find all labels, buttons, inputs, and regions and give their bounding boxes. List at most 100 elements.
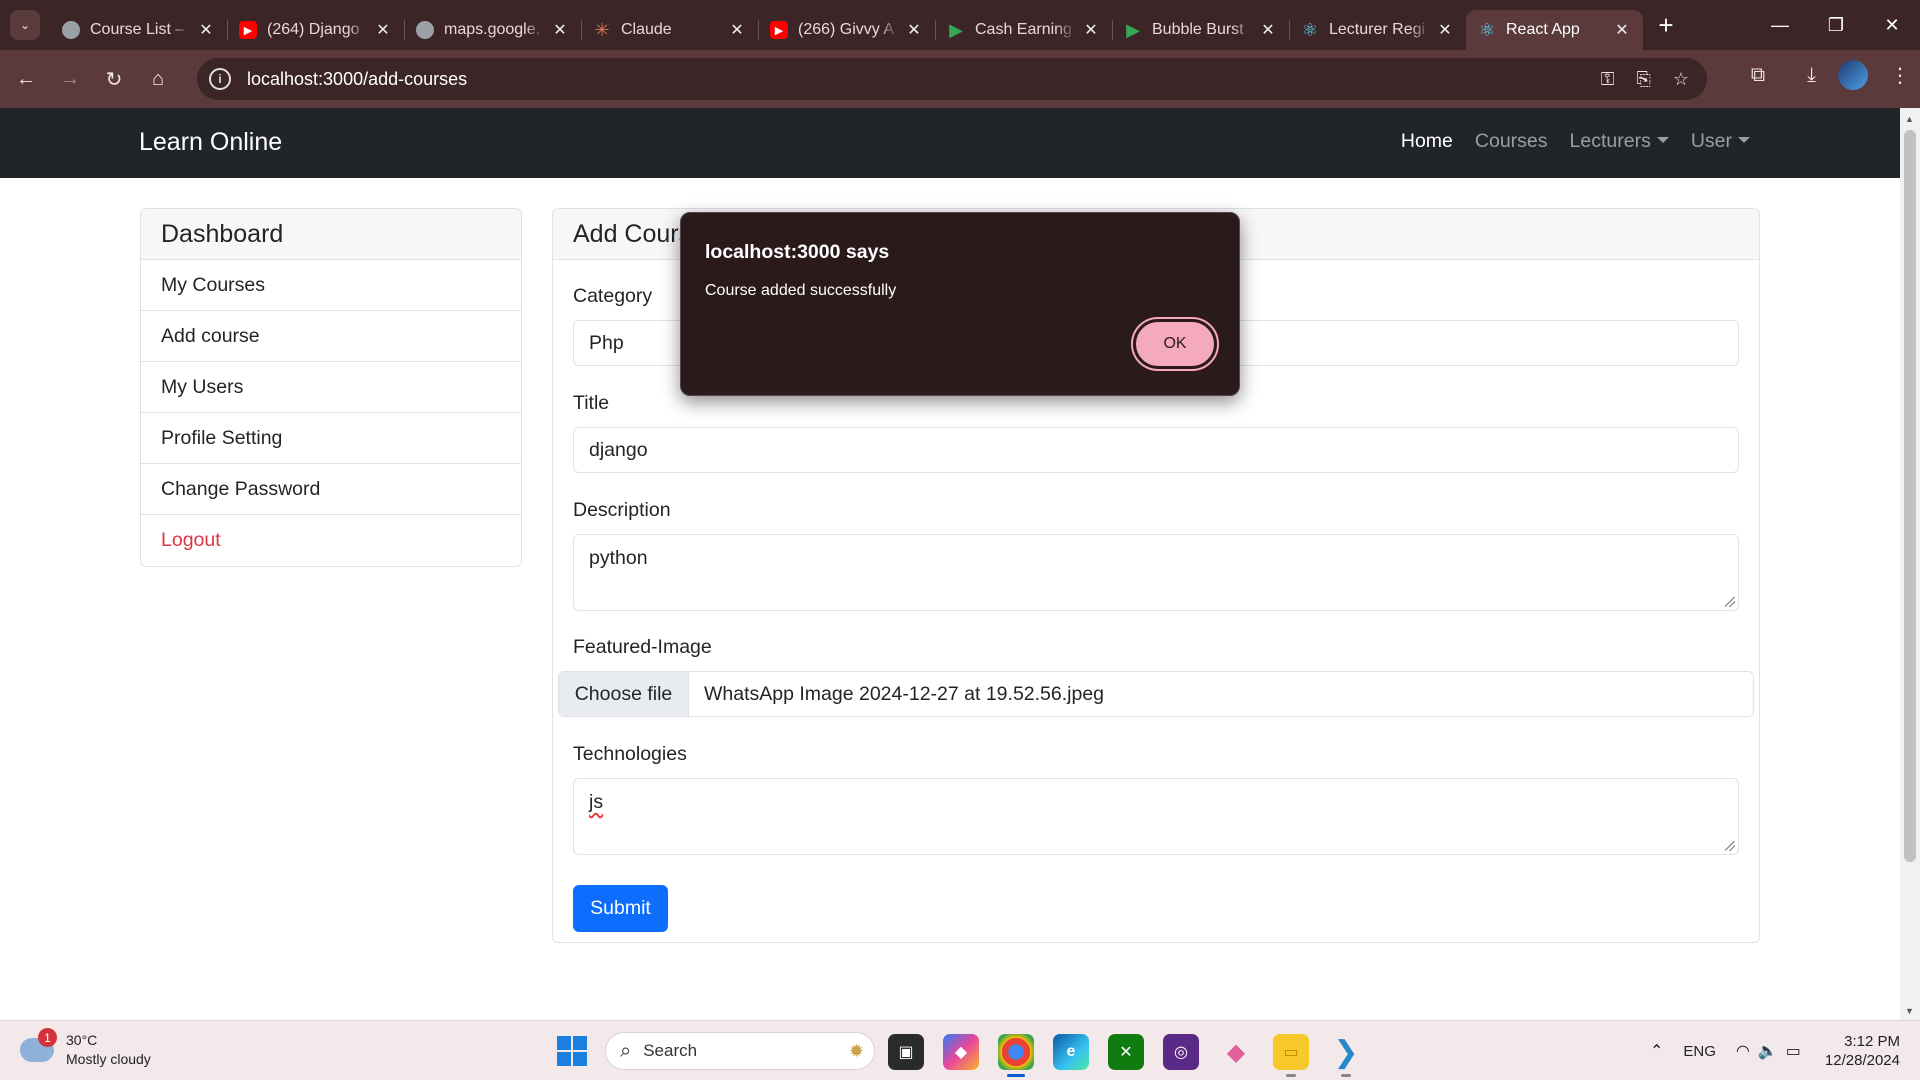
nav-home[interactable]: Home: [1401, 130, 1453, 153]
scroll-down-icon[interactable]: ▼: [1905, 1006, 1914, 1016]
back-icon[interactable]: ←: [8, 61, 44, 97]
profile-avatar[interactable]: [1838, 60, 1868, 90]
close-tab-icon[interactable]: ✕: [1259, 20, 1277, 40]
password-key-icon[interactable]: ⚿: [1601, 69, 1615, 90]
alert-message: Course added successfully: [705, 282, 897, 299]
browser-tab[interactable]: maps.google. ✕: [404, 10, 581, 50]
alert-title: localhost:3000 says: [705, 241, 890, 263]
claude-icon: ✳: [594, 19, 610, 40]
sidebar-item-logout[interactable]: Logout: [141, 515, 521, 566]
browser-tab[interactable]: ✳ Claude ✕: [581, 10, 758, 50]
nav-courses[interactable]: Courses: [1475, 130, 1548, 153]
taskbar-search[interactable]: ⌕ Search ✹: [605, 1032, 875, 1070]
more-menu-icon[interactable]: ⋮: [1890, 63, 1910, 88]
chevron-up-icon[interactable]: ⌃: [1650, 1041, 1663, 1061]
download-icon[interactable]: ⤓: [1807, 64, 1816, 87]
file-explorer-icon[interactable]: ▭: [1273, 1034, 1309, 1077]
browser-tab[interactable]: ⚛ Lecturer Regi ✕: [1289, 10, 1466, 50]
windows-start-icon[interactable]: [557, 1036, 587, 1066]
extensions-icon[interactable]: ⧉: [1751, 64, 1765, 87]
title-label: Title: [573, 392, 610, 414]
play-store-icon: ▶: [949, 19, 963, 40]
sidebar-title: Dashboard: [141, 209, 521, 260]
choose-file-button[interactable]: Choose file: [559, 672, 689, 716]
browser-tab[interactable]: ▶ Cash Earning ✕: [935, 10, 1112, 50]
install-app-icon[interactable]: ⎘: [1636, 69, 1650, 90]
address-bar[interactable]: i localhost:3000/add-courses ⚿ ⎘ ☆: [197, 58, 1707, 100]
wifi-icon[interactable]: ◠: [1736, 1041, 1750, 1061]
browser-tab-active[interactable]: ⚛ React App ✕: [1466, 10, 1643, 50]
dashboard-sidebar: Dashboard My Courses Add course My Users…: [140, 208, 522, 567]
taskbar-apps: ▣ ◆ e ✕ ◎ ◆ ▭ ❯: [888, 1034, 1364, 1077]
site-info-icon[interactable]: i: [209, 68, 231, 90]
forward-icon[interactable]: →: [52, 61, 88, 97]
clock[interactable]: 3:12 PM 12/28/2024: [1825, 1032, 1900, 1070]
site-navbar: Learn Online Home Courses Lecturers User: [0, 108, 1900, 178]
weather-widget[interactable]: 1 30°C Mostly cloudy: [20, 1028, 151, 1069]
tab-title: (266) Givvy A: [798, 21, 895, 38]
scroll-up-icon[interactable]: ▲: [1905, 114, 1914, 124]
vscode-icon[interactable]: ❯: [1328, 1034, 1364, 1077]
eraser-app-icon[interactable]: ◆: [1218, 1034, 1254, 1070]
description-label: Description: [573, 499, 671, 521]
volume-icon[interactable]: 🔈: [1758, 1041, 1778, 1061]
close-tab-icon[interactable]: ✕: [905, 20, 923, 40]
selected-file-name: WhatsApp Image 2024-12-27 at 19.52.56.jp…: [704, 682, 1105, 705]
title-input[interactable]: django: [573, 427, 1739, 473]
sidebar-item-change-password[interactable]: Change Password: [141, 464, 521, 515]
submit-button[interactable]: Submit: [573, 885, 668, 932]
browser-tab[interactable]: Course List – ✕: [50, 10, 227, 50]
clipchamp-icon[interactable]: ◎: [1163, 1034, 1199, 1070]
close-tab-icon[interactable]: ✕: [1436, 20, 1454, 40]
description-text: python: [589, 547, 648, 569]
sidebar-item-my-users[interactable]: My Users: [141, 362, 521, 413]
featured-image-file-input[interactable]: Choose file WhatsApp Image 2024-12-27 at…: [558, 671, 1754, 717]
bookmark-star-icon[interactable]: ☆: [1673, 69, 1689, 90]
globe-icon: [416, 21, 434, 39]
home-icon[interactable]: ⌂: [140, 61, 176, 97]
search-highlight-icon: ✹: [848, 1041, 864, 1061]
close-window-icon[interactable]: ✕: [1864, 0, 1920, 50]
url-text[interactable]: localhost:3000/add-courses: [247, 69, 467, 90]
chrome-icon[interactable]: [998, 1034, 1034, 1077]
restore-icon[interactable]: ❐: [1808, 0, 1864, 50]
edge-icon[interactable]: e: [1053, 1034, 1089, 1070]
browser-tab[interactable]: ▶ (266) Givvy A ✕: [758, 10, 935, 50]
tab-title: maps.google.: [444, 21, 541, 38]
language-indicator[interactable]: ENG: [1683, 1043, 1716, 1060]
nav-lecturers-dropdown[interactable]: Lecturers: [1570, 130, 1669, 153]
alert-ok-button[interactable]: OK: [1131, 317, 1219, 371]
close-tab-icon[interactable]: ✕: [728, 20, 746, 40]
sidebar-item-add-course[interactable]: Add course: [141, 311, 521, 362]
scrollbar-thumb[interactable]: [1904, 130, 1916, 862]
copilot-icon[interactable]: ◆: [943, 1034, 979, 1070]
nav-user-dropdown[interactable]: User: [1691, 130, 1750, 153]
resize-handle-icon[interactable]: [1725, 841, 1735, 851]
close-tab-icon[interactable]: ✕: [374, 20, 392, 40]
description-textarea[interactable]: python: [573, 534, 1739, 611]
resize-handle-icon[interactable]: [1725, 597, 1735, 607]
windows-taskbar: 1 30°C Mostly cloudy ⌕ Search ✹ ▣ ◆ e ✕ …: [0, 1020, 1920, 1080]
site-brand[interactable]: Learn Online: [139, 128, 282, 157]
xbox-icon[interactable]: ✕: [1108, 1034, 1144, 1070]
browser-tab[interactable]: ▶ Bubble Burst ✕: [1112, 10, 1289, 50]
weather-temp: 30°C: [66, 1032, 98, 1048]
minimize-icon[interactable]: —: [1752, 0, 1808, 50]
battery-icon[interactable]: ▭: [1786, 1041, 1801, 1061]
close-tab-icon[interactable]: ✕: [1613, 20, 1631, 40]
technologies-textarea[interactable]: js: [573, 778, 1739, 855]
reload-icon[interactable]: ↻: [96, 61, 132, 97]
close-tab-icon[interactable]: ✕: [551, 20, 569, 40]
close-tab-icon[interactable]: ✕: [1082, 20, 1100, 40]
sidebar-item-profile-setting[interactable]: Profile Setting: [141, 413, 521, 464]
close-tab-icon[interactable]: ✕: [197, 20, 215, 40]
page-scrollbar[interactable]: ▲ ▼: [1900, 108, 1920, 1020]
new-tab-button[interactable]: +: [1651, 10, 1681, 40]
task-view-icon[interactable]: ▣: [888, 1034, 924, 1070]
featured-image-label: Featured-Image: [573, 636, 712, 658]
page-viewport: Learn Online Home Courses Lecturers User…: [0, 108, 1900, 1020]
browser-tab[interactable]: ▶ (264) Django ✕: [227, 10, 404, 50]
sidebar-item-my-courses[interactable]: My Courses: [141, 260, 521, 311]
tab-title: Bubble Burst: [1152, 21, 1244, 38]
tab-search-button[interactable]: ⌄: [10, 10, 40, 40]
